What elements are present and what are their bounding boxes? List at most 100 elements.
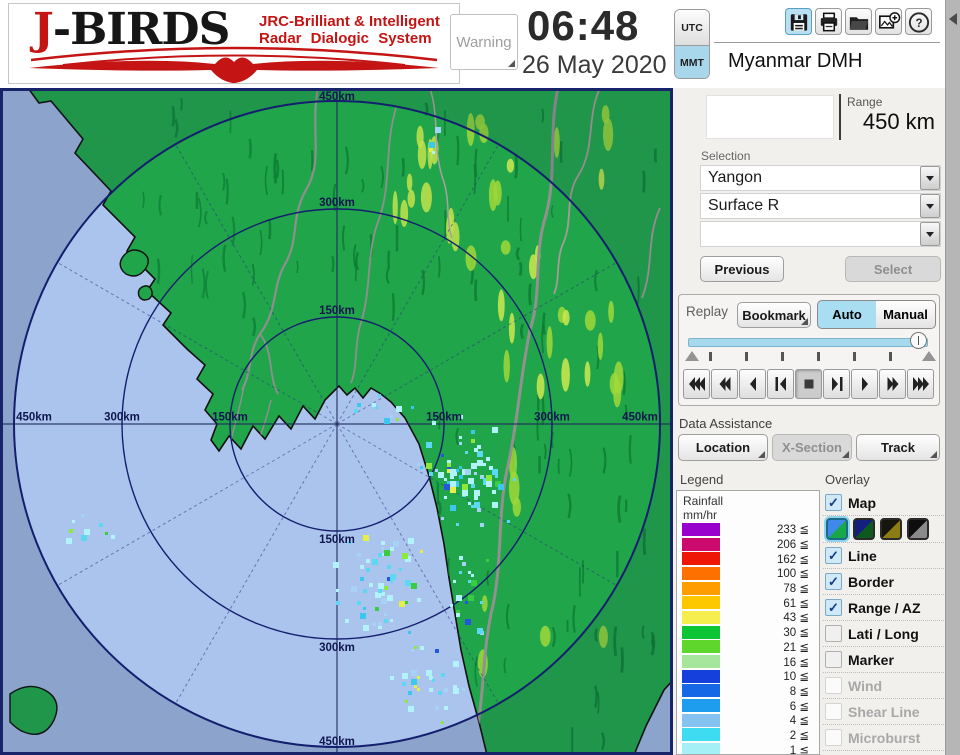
radar-map-svg[interactable]: 450km300km150km150km300km450km450km300km… bbox=[0, 88, 673, 755]
shear-line-label: Shear Line bbox=[848, 704, 920, 720]
legend-threshold: 61 ≦ bbox=[720, 596, 819, 610]
line-checkbox[interactable]: ✓ bbox=[825, 547, 842, 564]
jbirds-app: J-BIRDS JRC-Brilliant & Intelligent Rada… bbox=[0, 0, 960, 755]
legend-threshold: 4 ≦ bbox=[720, 713, 819, 727]
overlay-item-shear-line: Shear Line bbox=[823, 699, 944, 725]
overlay-item-marker[interactable]: Marker bbox=[823, 647, 944, 673]
forward-double-button[interactable] bbox=[879, 369, 906, 399]
legend-threshold: 43 ≦ bbox=[720, 610, 819, 624]
extra-dropdown-value bbox=[701, 222, 920, 246]
overlay-item-map[interactable]: ✓Map bbox=[823, 490, 944, 516]
save-button[interactable] bbox=[785, 8, 812, 35]
legend-threshold: 8 ≦ bbox=[720, 684, 819, 698]
range-divider bbox=[839, 94, 841, 140]
legend-threshold: 233 ≦ bbox=[720, 522, 819, 536]
rewind-double-button[interactable] bbox=[711, 369, 738, 399]
svg-text:150km: 150km bbox=[212, 412, 248, 424]
data-assistance-label: Data Assistance bbox=[679, 416, 772, 431]
microburst-checkbox bbox=[825, 729, 842, 746]
add-image-button[interactable] bbox=[875, 8, 902, 35]
svg-text:450km: 450km bbox=[319, 91, 355, 103]
utc-button[interactable]: UTC bbox=[675, 10, 709, 45]
warning-button[interactable]: Warning bbox=[450, 14, 518, 70]
legend-row: 16 ≦ bbox=[677, 654, 819, 669]
replay-slider-handle[interactable] bbox=[910, 332, 927, 349]
header-divider bbox=[714, 42, 940, 43]
previous-button[interactable]: Previous bbox=[700, 256, 784, 282]
legend-row: 43 ≦ bbox=[677, 610, 819, 625]
help-button[interactable]: ? bbox=[905, 8, 932, 35]
border-label: Border bbox=[848, 574, 894, 590]
legend-color-swatch bbox=[682, 714, 720, 727]
add-image-icon bbox=[876, 9, 901, 35]
wind-checkbox bbox=[825, 677, 842, 694]
track-button[interactable]: Track bbox=[856, 434, 940, 461]
legend-row: 206 ≦ bbox=[677, 537, 819, 552]
lati-long-checkbox[interactable] bbox=[825, 625, 842, 642]
replay-tick bbox=[781, 352, 784, 361]
map-checkbox[interactable]: ✓ bbox=[825, 494, 842, 511]
location-button[interactable]: Location bbox=[678, 434, 768, 461]
collapse-arrow-icon[interactable] bbox=[949, 13, 957, 25]
legend-color-swatch bbox=[682, 728, 720, 741]
overlay-item-lati-long[interactable]: Lati / Long bbox=[823, 621, 944, 647]
legend-row: 30 ≦ bbox=[677, 625, 819, 640]
range-label: Range bbox=[847, 95, 882, 109]
overlay-item-border[interactable]: ✓ Border bbox=[823, 569, 944, 595]
manual-button[interactable]: Manual bbox=[876, 300, 936, 329]
overlay-item-range-az[interactable]: ✓Range / AZ bbox=[823, 595, 944, 621]
stop-button[interactable] bbox=[795, 369, 822, 399]
clock-date: 26 May 2020 bbox=[522, 51, 667, 80]
svg-text:300km: 300km bbox=[104, 412, 140, 424]
legend-row: 4 ≦ bbox=[677, 713, 819, 728]
panel-collapse-strip[interactable] bbox=[945, 0, 960, 755]
legend-color-swatch bbox=[682, 699, 720, 712]
print-button[interactable] bbox=[815, 8, 842, 35]
marker-checkbox[interactable] bbox=[825, 651, 842, 668]
marker-label: Marker bbox=[848, 652, 894, 668]
rewind-button[interactable] bbox=[739, 369, 766, 399]
radar-map[interactable]: 450km300km150km150km300km450km450km300km… bbox=[0, 88, 673, 755]
play-button[interactable] bbox=[851, 369, 878, 399]
chevron-down-icon[interactable] bbox=[920, 194, 940, 218]
folder-button[interactable] bbox=[845, 8, 872, 35]
save-icon bbox=[786, 9, 811, 35]
bookmark-button[interactable]: Bookmark bbox=[737, 302, 811, 328]
border-checkbox[interactable]: ✓ bbox=[825, 573, 842, 590]
legend-row: 78 ≦ bbox=[677, 581, 819, 596]
overlay-item-line[interactable]: ✓Line bbox=[823, 543, 944, 569]
auto-button[interactable]: Auto bbox=[817, 300, 877, 329]
svg-text:?: ? bbox=[915, 17, 922, 29]
step-forward-button[interactable] bbox=[823, 369, 850, 399]
map-style-4[interactable] bbox=[907, 518, 929, 540]
legend-threshold: 16 ≦ bbox=[720, 655, 819, 669]
extra-dropdown[interactable] bbox=[700, 221, 941, 247]
overlay-panel: ✓Map✓Line✓Border✓Range / AZLati / LongMa… bbox=[823, 490, 944, 755]
legend-row: 100 ≦ bbox=[677, 566, 819, 581]
legend-row: 2 ≦ bbox=[677, 728, 819, 743]
control-panel: Range 450 km Selection YangonSurface R P… bbox=[673, 88, 945, 755]
forward-triple-button[interactable] bbox=[907, 369, 934, 399]
map-style-3[interactable] bbox=[880, 518, 902, 540]
chevron-down-icon[interactable] bbox=[920, 166, 940, 190]
select-button: Select bbox=[845, 256, 941, 282]
step-back-button[interactable] bbox=[767, 369, 794, 399]
overlay-item-wind: Wind bbox=[823, 673, 944, 699]
rewind-triple-button[interactable] bbox=[683, 369, 710, 399]
replay-tick bbox=[853, 352, 856, 361]
overlay-item-microburst: Microburst bbox=[823, 725, 944, 751]
replay-slider-track[interactable] bbox=[688, 338, 928, 347]
legend-units: mm/hr bbox=[683, 508, 819, 522]
folder-icon bbox=[846, 9, 871, 35]
help-icon: ? bbox=[906, 9, 931, 35]
jbirds-logo: J-BIRDS JRC-Brilliant & Intelligent Rada… bbox=[8, 3, 460, 84]
chevron-down-icon[interactable] bbox=[920, 222, 940, 246]
product-dropdown[interactable]: Surface R bbox=[700, 193, 941, 219]
replay-label: Replay bbox=[686, 304, 728, 319]
svg-text:150km: 150km bbox=[426, 412, 462, 424]
map-style-2[interactable] bbox=[853, 518, 875, 540]
range-az-checkbox[interactable]: ✓ bbox=[825, 599, 842, 616]
mmt-button[interactable]: MMT bbox=[675, 45, 709, 79]
site-dropdown[interactable]: Yangon bbox=[700, 165, 941, 191]
map-style-1[interactable] bbox=[826, 518, 848, 540]
